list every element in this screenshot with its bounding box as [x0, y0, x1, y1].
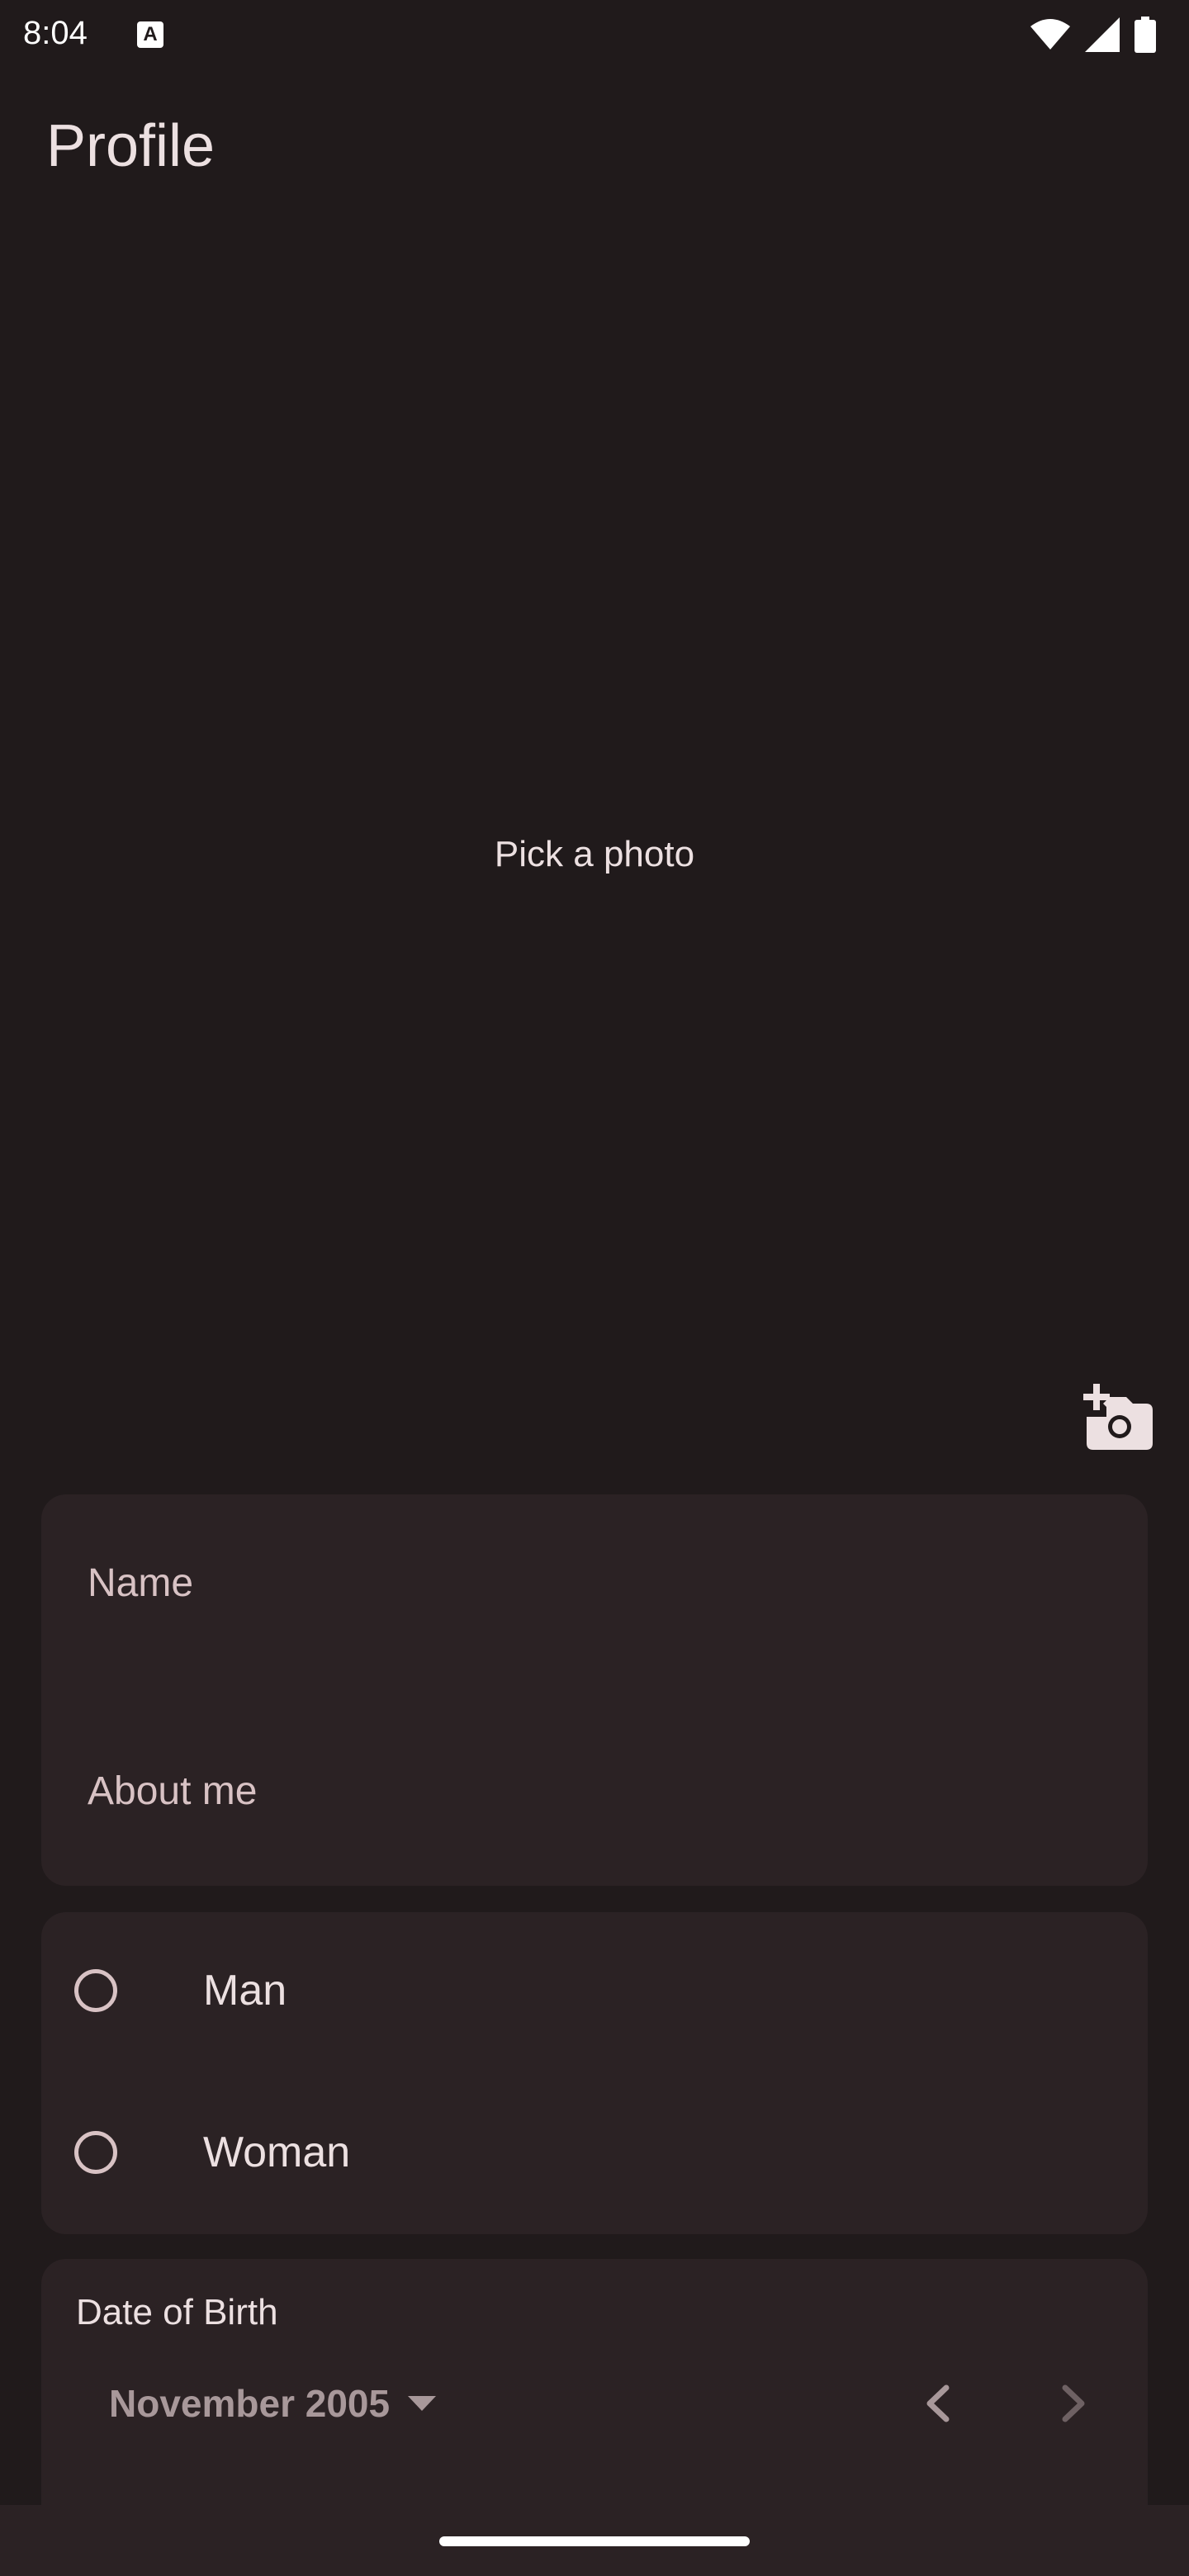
gesture-navigation-bar — [0, 2505, 1189, 2576]
dropdown-arrow-icon — [408, 2396, 437, 2411]
gender-label-man: Man — [203, 1967, 287, 2015]
gender-label-woman: Woman — [203, 2129, 351, 2176]
status-time: 8:04 — [23, 15, 88, 51]
page-title: Profile — [46, 113, 216, 179]
gender-option-man[interactable]: Man — [41, 1920, 1148, 2061]
gender-card: Man Woman — [41, 1912, 1148, 2234]
radio-button-man[interactable] — [74, 1969, 117, 2012]
battery-icon — [1135, 17, 1156, 53]
cellular-signal-icon — [1085, 17, 1120, 52]
status-icons — [1030, 17, 1156, 53]
photo-picker-area[interactable]: Pick a photo — [0, 223, 1189, 1445]
home-indicator[interactable] — [439, 2536, 750, 2546]
radio-button-woman[interactable] — [74, 2131, 117, 2174]
date-of-birth-title: Date of Birth — [76, 2292, 278, 2332]
chevron-left-icon — [926, 2384, 950, 2422]
add-a-photo-icon — [1083, 1384, 1153, 1450]
notification-app-icon: A — [137, 21, 163, 48]
pick-photo-prompt: Pick a photo — [494, 834, 695, 874]
name-field[interactable]: Name — [88, 1560, 193, 1606]
next-month-button[interactable] — [1037, 2366, 1111, 2441]
add-photo-button[interactable] — [1077, 1377, 1156, 1456]
month-year-selector[interactable]: November 2005 — [109, 2381, 437, 2426]
profile-text-card: Name About me — [41, 1494, 1148, 1886]
wifi-icon — [1030, 19, 1070, 50]
month-year-label: November 2005 — [109, 2382, 391, 2425]
about-me-field[interactable]: About me — [88, 1769, 257, 1814]
status-bar: 8:04 A — [0, 0, 1189, 68]
gender-option-woman[interactable]: Woman — [41, 2082, 1148, 2223]
previous-month-button[interactable] — [900, 2366, 974, 2441]
chevron-right-icon — [1062, 2384, 1085, 2422]
